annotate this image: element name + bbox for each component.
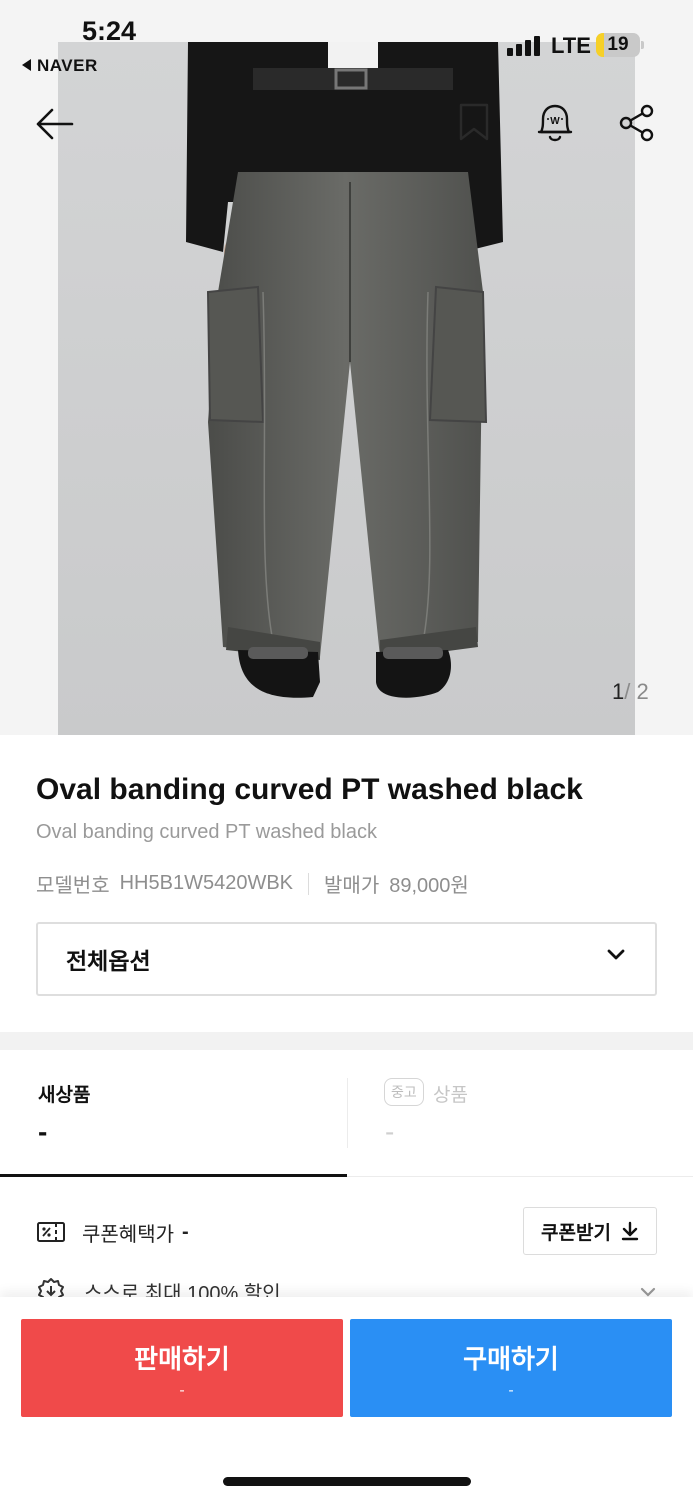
battery-indicator: 19: [596, 33, 640, 57]
release-price-label: 발매가: [324, 875, 380, 897]
product-meta: 모델번호 HH5B1W5420WBK 발매가 89,000원: [36, 869, 469, 898]
option-select[interactable]: 전체옵션: [36, 922, 657, 996]
cellular-signal-icon: [507, 36, 545, 56]
tab-new-label: 새상품: [38, 1085, 91, 1106]
tab-used-label: 상품: [433, 1085, 468, 1106]
tab-new-product[interactable]: 새상품 -: [0, 1050, 347, 1176]
alert-button[interactable]: W: [531, 99, 579, 147]
network-type: LTE: [551, 33, 591, 58]
download-icon: [621, 1221, 639, 1241]
arrow-left-icon: [36, 108, 74, 140]
tab-used-product[interactable]: 중고 상품 -: [347, 1050, 693, 1176]
back-button[interactable]: [30, 100, 78, 148]
product-image-carousel[interactable]: [0, 0, 693, 735]
tab-new-price: -: [38, 1116, 48, 1147]
tab-used-price: -: [385, 1116, 395, 1147]
get-coupon-label: 쿠폰받기: [541, 1222, 611, 1244]
product-title: Oval banding curved PT washed black: [36, 773, 583, 806]
image-pager: 1/ 2: [612, 679, 649, 705]
bottom-action-bar: 판매하기 - 구매하기 -: [0, 1297, 693, 1500]
bookmark-icon: [459, 103, 489, 141]
option-select-label: 전체옵션: [66, 948, 151, 974]
tab-baseline: [347, 1176, 693, 1177]
sell-button-label: 판매하기: [134, 1344, 230, 1374]
used-badge: 중고: [384, 1078, 424, 1106]
sell-button-price: -: [179, 1382, 185, 1399]
bookmark-button[interactable]: [452, 100, 496, 144]
home-indicator[interactable]: [223, 1477, 471, 1486]
coupon-icon: [37, 1222, 65, 1242]
coupon-price-row: 쿠폰혜택가 -: [36, 1212, 189, 1252]
back-triangle-icon: [22, 58, 31, 71]
release-price-value: 89,000원: [389, 875, 469, 897]
battery-level: 19: [607, 34, 629, 55]
coupon-price-label: 쿠폰혜택가: [82, 1223, 174, 1246]
get-coupon-button[interactable]: 쿠폰받기: [523, 1207, 657, 1255]
coupon-price-value: -: [182, 1220, 189, 1243]
active-tab-indicator: [0, 1174, 347, 1177]
section-divider: [0, 1032, 693, 1050]
back-to-app-link[interactable]: NAVER: [22, 56, 98, 76]
share-icon: [619, 104, 654, 142]
svg-text:W: W: [550, 116, 560, 127]
pager-total: 2: [636, 679, 649, 704]
battery-cap: [641, 41, 644, 49]
model-number-value: HH5B1W5420WBK: [119, 872, 294, 894]
model-number-label: 모델번호: [36, 875, 110, 897]
share-button[interactable]: [614, 100, 660, 146]
status-time: 5:24: [82, 16, 137, 46]
pager-separator: /: [624, 679, 631, 704]
product-subtitle: Oval banding curved PT washed black: [36, 821, 377, 843]
chevron-down-icon: [607, 949, 625, 960]
sell-button[interactable]: 판매하기 -: [21, 1319, 343, 1417]
buy-button[interactable]: 구매하기 -: [350, 1319, 672, 1417]
back-app-label: NAVER: [37, 56, 98, 75]
bell-icon: W: [537, 104, 573, 142]
buy-button-label: 구매하기: [463, 1344, 559, 1374]
meta-divider: [308, 872, 310, 895]
buy-button-price: -: [508, 1382, 514, 1399]
pager-current: 1: [612, 679, 625, 704]
